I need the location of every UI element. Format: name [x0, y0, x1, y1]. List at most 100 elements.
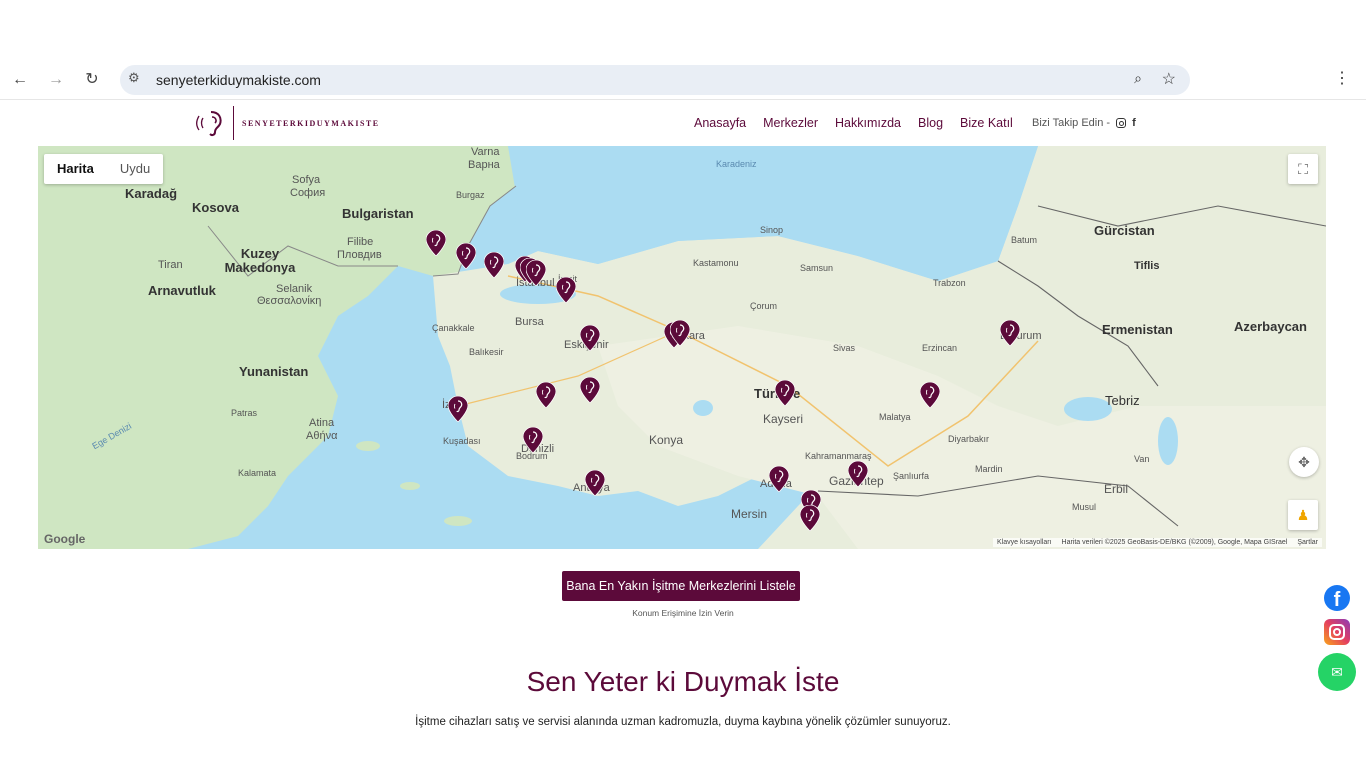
map-pin-icon[interactable] — [1000, 320, 1020, 346]
bookmark-star-icon[interactable]: ☆ — [1162, 69, 1176, 89]
map-label: Sofya — [292, 174, 321, 186]
map-label: Filibe — [347, 236, 374, 248]
map-label: Tebriz — [1105, 393, 1140, 408]
map-pin-icon[interactable] — [580, 325, 600, 351]
logo-divider — [233, 106, 234, 140]
map-label: Θεσσαλονίκη — [257, 295, 322, 307]
map-type-uydu[interactable]: Uydu — [107, 154, 163, 184]
forward-button[interactable]: → — [44, 68, 68, 92]
map-label: Musul — [1072, 502, 1097, 512]
zoom-icon[interactable]: ⌕ — [1134, 70, 1142, 87]
map-label: Kuzey Makedonya — [224, 246, 296, 275]
map-label: Patras — [231, 408, 258, 418]
site-logo[interactable]: SENYETERKIDUYMAKISTE — [195, 106, 380, 140]
map-label: Tiran — [158, 259, 183, 271]
map-pin-icon[interactable] — [448, 396, 468, 422]
map-label: Варна — [468, 159, 500, 171]
map-pin-icon[interactable] — [585, 470, 605, 496]
map-pin-icon[interactable] — [536, 382, 556, 408]
map-label: София — [290, 187, 326, 199]
map-label: Azerbaycan — [1234, 319, 1307, 334]
map-label: Karadeniz — [716, 159, 757, 169]
map-label: Kuşadası — [443, 436, 481, 446]
map-label: Kahramanmaraş — [805, 451, 872, 461]
map-type-switch: Harita Uydu — [44, 154, 164, 184]
map-label: Samsun — [800, 263, 834, 273]
url-text[interactable]: senyeterkiduymakiste.com — [156, 72, 321, 88]
map-label: Burgaz — [456, 190, 485, 200]
map-label: Bulgaristan — [342, 206, 414, 221]
facebook-icon[interactable]: f — [1132, 117, 1136, 129]
map-pin-icon[interactable] — [484, 252, 504, 278]
map-label: Atina — [309, 417, 335, 429]
map-attribution: Klavye kısayolları Harita verileri ©2025… — [993, 538, 1322, 547]
reload-button[interactable]: ↻ — [80, 68, 104, 92]
map-pin-icon[interactable] — [920, 382, 940, 408]
map-label: Çanakkale — [432, 323, 475, 333]
map-label: Varna — [471, 146, 500, 158]
instagram-icon[interactable] — [1116, 118, 1127, 128]
map-label: Mardin — [975, 464, 1003, 474]
map-pin-icon[interactable] — [526, 260, 546, 286]
location-permission-note: Konum Erişimine İzin Verin — [632, 608, 734, 618]
logo-text: SENYETERKIDUYMAKISTE — [242, 118, 380, 128]
map-label: Malatya — [879, 412, 911, 422]
facebook-icon[interactable]: f — [1324, 585, 1350, 611]
mail-icon[interactable]: ✉ — [1318, 653, 1356, 691]
back-button[interactable]: ← — [8, 68, 32, 92]
map-label: Batum — [1011, 235, 1038, 245]
address-bar[interactable]: ⚙ senyeterkiduymakiste.com ⌕ ☆ — [120, 65, 1190, 95]
map-label: Mersin — [731, 507, 768, 521]
nav-blog[interactable]: Blog — [918, 116, 943, 130]
camera-control-icon[interactable]: ✥ — [1289, 447, 1319, 477]
map-label: Şanlıurfa — [893, 471, 930, 481]
map-label: Trabzon — [933, 278, 966, 288]
map-label: Selanik — [276, 283, 313, 295]
map-label: Kastamonu — [693, 258, 739, 268]
fullscreen-icon[interactable]: ⛶ — [1288, 154, 1318, 184]
map-label: Karadağ — [125, 186, 178, 201]
browser-menu-icon[interactable]: ⋮ — [1334, 68, 1350, 88]
map-label: Arnavutluk — [148, 283, 216, 298]
site-header: SENYETERKIDUYMAKISTE Anasayfa Merkezler … — [0, 100, 1366, 146]
map-label: Kayseri — [763, 412, 804, 426]
map-pin-icon[interactable] — [523, 427, 543, 453]
map-pin-icon[interactable] — [670, 320, 690, 346]
map-pin-icon[interactable] — [580, 377, 600, 403]
nav-hakkimizda[interactable]: Hakkımızda — [835, 116, 901, 130]
map-label: Bursa — [515, 316, 544, 328]
map-label: Çorum — [750, 301, 778, 311]
main-nav: Anasayfa Merkezler Hakkımızda Blog Bize … — [694, 116, 1013, 130]
ear-logo-icon — [196, 111, 222, 137]
google-logo: Google — [44, 532, 86, 546]
nav-merkezler[interactable]: Merkezler — [763, 116, 818, 130]
pegman-icon[interactable]: ♟ — [1288, 500, 1318, 530]
keyboard-shortcuts-link[interactable]: Klavye kısayolları — [997, 539, 1051, 546]
list-nearest-centers-button[interactable]: Bana En Yakın İşitme Merkezlerini Listel… — [562, 571, 800, 601]
map-label: Sinop — [760, 225, 784, 235]
page-title: Sen Yeter ki Duymak İste — [526, 666, 840, 697]
map-pin-icon[interactable] — [775, 380, 795, 406]
map-pin-icon[interactable] — [848, 461, 868, 487]
map-label: Diyarbakır — [948, 434, 990, 444]
map-pin-icon[interactable] — [426, 230, 446, 256]
map-label: Kalamata — [238, 468, 277, 478]
map-label: Kosova — [192, 200, 239, 215]
site-settings-icon[interactable]: ⚙ — [128, 70, 140, 86]
centers-map[interactable]: Harita Uydu ⛶ ✥ ♟ Bulgaristan Gürcistan … — [38, 146, 1326, 549]
nav-anasayfa[interactable]: Anasayfa — [694, 116, 746, 130]
nav-bize-katil[interactable]: Bize Katıl — [960, 116, 1013, 130]
map-label: Пловдив — [337, 249, 382, 261]
map-pin-icon[interactable] — [800, 505, 820, 531]
instagram-icon[interactable] — [1324, 619, 1350, 645]
map-label: Erzincan — [922, 343, 958, 353]
map-label: Ermenistan — [1102, 322, 1173, 337]
map-label: Gürcistan — [1094, 223, 1155, 238]
map-type-harita[interactable]: Harita — [44, 154, 107, 184]
map-label: Yunanistan — [239, 364, 309, 379]
map-pin-icon[interactable] — [456, 243, 476, 269]
terms-link[interactable]: Şartlar — [1297, 539, 1318, 546]
map-pin-icon[interactable] — [769, 466, 789, 492]
map-pin-icon[interactable] — [556, 277, 576, 303]
map-label: Sivas — [833, 343, 856, 353]
